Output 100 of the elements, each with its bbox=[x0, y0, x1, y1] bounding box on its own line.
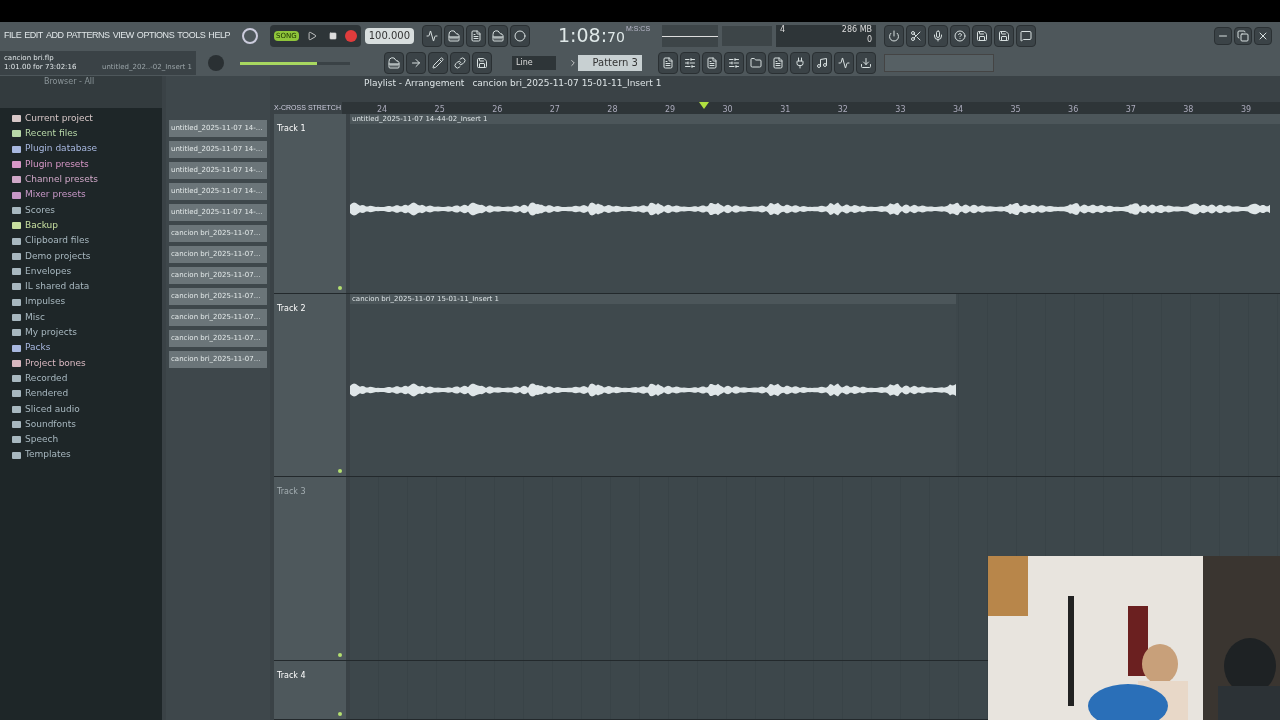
browser-item[interactable]: Plugin presets bbox=[12, 156, 162, 173]
browser-item-label: Templates bbox=[25, 448, 71, 462]
track-led[interactable] bbox=[338, 468, 342, 473]
browser-item[interactable]: Speech bbox=[12, 432, 162, 448]
track-name: Track 4 bbox=[277, 671, 306, 681]
bar-number: 26 bbox=[492, 105, 503, 114]
track-name: Track 1 bbox=[277, 124, 306, 133]
cut-icon[interactable] bbox=[906, 25, 927, 47]
browser-item[interactable]: Channel presets bbox=[12, 172, 162, 188]
track-led[interactable] bbox=[338, 653, 342, 658]
save-icon[interactable] bbox=[972, 25, 993, 47]
chat-icon[interactable] bbox=[1016, 25, 1037, 47]
record-button[interactable] bbox=[344, 30, 357, 42]
track-header[interactable]: Track 1 bbox=[274, 114, 346, 294]
browser-item[interactable]: Clipboard files bbox=[12, 233, 162, 249]
browser-item-label: Backup bbox=[25, 218, 58, 232]
browser-item-label: Packs bbox=[25, 341, 51, 355]
pencil-icon[interactable] bbox=[428, 52, 448, 74]
restore-icon[interactable] bbox=[1234, 27, 1252, 45]
play-icon[interactable] bbox=[306, 31, 317, 41]
close-icon[interactable] bbox=[1254, 27, 1272, 45]
menu-item[interactable]: EDIT bbox=[24, 29, 43, 43]
browser-item[interactable]: Current project bbox=[12, 111, 162, 127]
browser-item-label: Speech bbox=[25, 433, 59, 447]
menu-item[interactable]: ADD bbox=[45, 29, 64, 43]
bar-number: 24 bbox=[376, 105, 388, 114]
browser-item-label: Clipboard files bbox=[25, 234, 90, 248]
bar-number: 37 bbox=[1125, 105, 1136, 114]
bar-number: 25 bbox=[434, 105, 445, 114]
browser-item-label: Mixer presets bbox=[25, 188, 86, 202]
browser-item[interactable]: Templates bbox=[12, 447, 162, 463]
browser-item[interactable]: Impulses bbox=[12, 294, 162, 310]
browser-item[interactable]: Project bones bbox=[12, 355, 162, 372]
help-icon[interactable] bbox=[950, 25, 971, 47]
track-led[interactable] bbox=[338, 712, 342, 716]
menu-item[interactable]: HELP bbox=[208, 29, 231, 43]
track-header[interactable]: Track 2 bbox=[274, 294, 346, 476]
browser-item[interactable]: Envelopes bbox=[12, 263, 162, 280]
track-header[interactable]: Track 4 bbox=[274, 661, 346, 719]
browser-item-label: Recent files bbox=[25, 127, 78, 141]
browser-item[interactable]: Packs bbox=[12, 340, 162, 356]
browser-item-label: Plugin database bbox=[25, 142, 98, 156]
browser-item-label: Rendered bbox=[25, 387, 69, 401]
bar-number: 32 bbox=[837, 105, 848, 114]
browser-item[interactable]: Rendered bbox=[12, 386, 162, 402]
microphone-icon[interactable] bbox=[928, 25, 949, 47]
menu-item[interactable]: OPTIONS bbox=[136, 29, 175, 43]
browser-item[interactable]: Recent files bbox=[12, 126, 162, 142]
track-name: Track 3 bbox=[277, 486, 306, 496]
minimize-icon[interactable] bbox=[1214, 27, 1232, 45]
browser-item[interactable]: Recorded bbox=[12, 371, 162, 387]
browser-item-label: Soundfonts bbox=[25, 417, 76, 431]
browser-item[interactable]: IL shared data bbox=[12, 279, 162, 295]
browser-item[interactable]: Demo projects bbox=[12, 248, 162, 264]
previous-pattern-icon[interactable] bbox=[568, 58, 578, 68]
browser-item[interactable]: Sliced audio bbox=[12, 401, 162, 417]
power-icon[interactable] bbox=[884, 25, 905, 47]
browser-item-label: Scores bbox=[25, 203, 55, 217]
track-name: Track 2 bbox=[277, 304, 306, 314]
browser-item[interactable]: My projects bbox=[12, 325, 162, 341]
browser-item-label: Channel presets bbox=[25, 173, 98, 187]
browser-item-label: Recorded bbox=[25, 371, 68, 385]
main-pitch-knob[interactable] bbox=[242, 28, 259, 44]
browser-item-label: Demo projects bbox=[25, 249, 91, 263]
download-icon[interactable] bbox=[856, 52, 876, 74]
bar-number: 28 bbox=[607, 105, 618, 114]
snap-selector[interactable]: Line bbox=[512, 56, 556, 70]
browser-item[interactable]: Backup bbox=[12, 218, 162, 234]
cpu-value: 4 bbox=[780, 25, 786, 35]
browser-item[interactable]: Mixer presets bbox=[12, 187, 162, 203]
browser-item-label: Impulses bbox=[25, 295, 66, 309]
browser-item[interactable]: Scores bbox=[12, 202, 162, 219]
link-icon[interactable] bbox=[450, 52, 470, 74]
bar-number: 31 bbox=[780, 105, 791, 114]
browser-item[interactable]: Soundfonts bbox=[12, 416, 162, 433]
browser-item-label: Envelopes bbox=[25, 264, 72, 278]
track-led[interactable] bbox=[338, 286, 342, 291]
bar-number: 27 bbox=[549, 105, 560, 114]
bar-number: 34 bbox=[952, 105, 964, 114]
browser-item[interactable]: Plugin database bbox=[12, 141, 162, 157]
menu-item[interactable]: PATTERNS bbox=[66, 29, 110, 43]
tempo-display[interactable]: 100.000 bbox=[364, 28, 415, 44]
bar-number: 29 bbox=[664, 105, 676, 114]
stop-icon[interactable] bbox=[328, 32, 337, 40]
plug-icon[interactable] bbox=[790, 52, 810, 74]
browser-title: Browser - All bbox=[44, 76, 96, 88]
menu-item[interactable]: FILE bbox=[4, 29, 22, 43]
browser-item-label: IL shared data bbox=[25, 280, 90, 294]
browser-item-label: Sliced audio bbox=[25, 402, 80, 416]
menu-item[interactable]: TOOLS bbox=[177, 29, 206, 43]
mixer-icon[interactable] bbox=[724, 52, 744, 74]
browser-item-label: Project bones bbox=[25, 356, 86, 370]
time-display: 1:08:70 bbox=[558, 24, 625, 48]
browser-item[interactable]: Misc bbox=[12, 309, 162, 326]
master-volume-slider[interactable] bbox=[240, 61, 350, 65]
bar-number: 38 bbox=[1183, 105, 1194, 114]
bar-number: 35 bbox=[1010, 105, 1021, 114]
menu-item[interactable]: VIEW bbox=[112, 29, 134, 43]
pattern-selector[interactable]: Pattern 3 bbox=[578, 55, 642, 71]
memory-value: 286 MB bbox=[841, 25, 873, 35]
